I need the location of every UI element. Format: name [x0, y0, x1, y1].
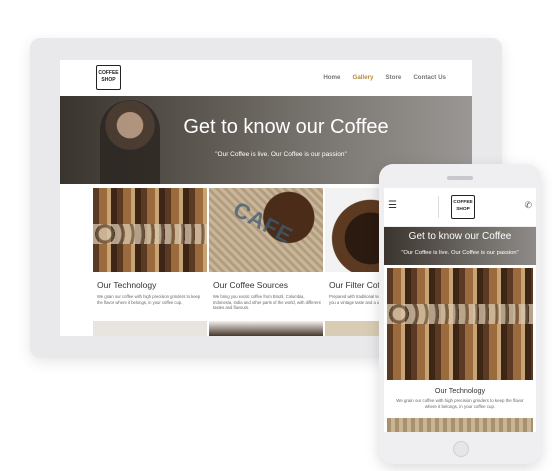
tile-title-sources: Our Coffee Sources: [213, 280, 288, 290]
sack-lettering: CAFE: [229, 196, 298, 249]
coffee-sources-image[interactable]: CAFE: [209, 188, 323, 272]
coffee-shop-logo[interactable]: COFFEE SHOP: [451, 195, 475, 219]
nav-home[interactable]: Home: [323, 74, 340, 81]
hamburger-menu-icon[interactable]: ☰: [388, 201, 397, 211]
phone-speaker: [447, 176, 473, 180]
logo-text-line2: SHOP: [456, 206, 470, 212]
home-button[interactable]: [453, 441, 469, 457]
hero-title: Get to know our Coffee: [183, 116, 389, 138]
mobile-hero-title: Get to know our Coffee: [408, 231, 512, 242]
logo-text-line1: COFFEE: [453, 200, 473, 205]
mobile-technology-image[interactable]: [387, 268, 533, 380]
mobile-hero-banner: Get to know our Coffee "Our Coffee is li…: [384, 227, 536, 265]
tile-text-sources: We bring you exotic coffee from Brazil, …: [213, 294, 321, 311]
phone-screen: ☰ COFFEE SHOP ✆ Get to know our Coffee "…: [384, 188, 536, 432]
phone-device: ☰ COFFEE SHOP ✆ Get to know our Coffee "…: [379, 164, 541, 464]
mobile-tile-title: Our Technology: [434, 386, 486, 395]
tile-text-technology: We grain our coffee with high precision …: [97, 294, 201, 305]
mobile-tile-text: We grain our coffee with high precision …: [396, 398, 524, 409]
mobile-next-image: [387, 418, 533, 432]
top-navigation: COFFEE SHOP Home Gallery Store Contact U…: [60, 60, 472, 96]
tile-title-technology: Our Technology: [97, 280, 157, 290]
nav-links: Home Gallery Store Contact Us: [323, 74, 446, 81]
nav-contact-us[interactable]: Contact Us: [413, 74, 446, 81]
next-row-image: [93, 321, 207, 336]
technology-image[interactable]: [93, 188, 207, 272]
mobile-hero-subtitle: "Our Coffee is live. Our Coffee is our p…: [401, 250, 519, 256]
mobile-header: ☰ COFFEE SHOP ✆: [384, 188, 536, 227]
coffee-shop-logo[interactable]: COFFEE SHOP: [96, 65, 121, 90]
next-row-image: [209, 321, 323, 336]
logo-text-line1: COFFEE: [98, 70, 119, 76]
header-divider: [438, 196, 439, 218]
hero-photo-person: [100, 100, 160, 184]
hero-subtitle: "Our Coffee is live. Our Coffee is our p…: [215, 151, 347, 158]
nav-store[interactable]: Store: [386, 74, 402, 81]
phone-icon[interactable]: ✆: [524, 200, 532, 211]
nav-gallery[interactable]: Gallery: [353, 74, 374, 81]
logo-text-line2: SHOP: [101, 77, 116, 83]
